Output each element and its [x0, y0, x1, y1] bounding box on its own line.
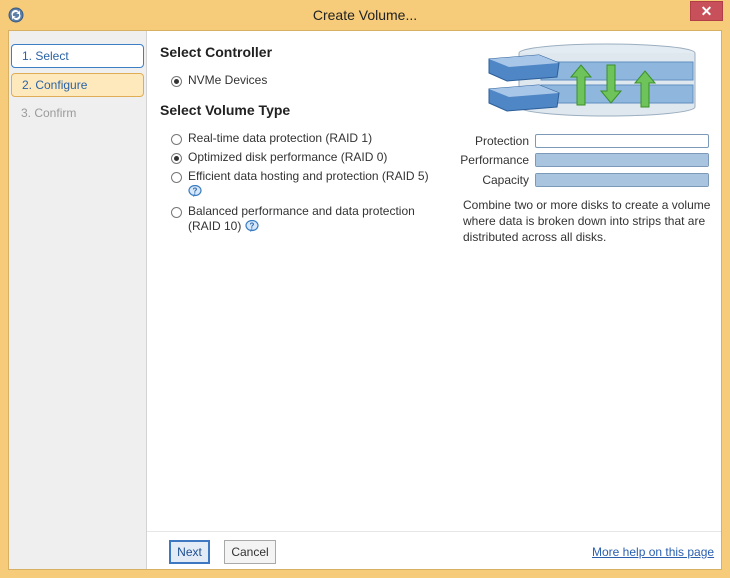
more-help-link[interactable]: More help on this page [592, 545, 714, 559]
performance-meter [535, 153, 709, 167]
main-panel: Select Controller NVMe Devices Select Vo… [147, 31, 721, 531]
radio-raid10[interactable]: Balanced performance and data protection… [171, 204, 415, 234]
radio-button[interactable] [171, 172, 182, 183]
protection-meter [535, 134, 709, 148]
close-button[interactable]: ✕ [690, 1, 723, 21]
radio-label: Efficient data hosting and protection (R… [188, 169, 429, 183]
raid0-striping-illustration [488, 43, 696, 117]
help-bubble-icon[interactable]: ? [188, 185, 202, 198]
radio-label: Real-time data protection (RAID 1) [188, 131, 373, 145]
radio-label: Balanced performance and data protection [188, 204, 415, 218]
svg-text:?: ? [249, 222, 254, 231]
radio-nvme-devices[interactable]: NVMe Devices [171, 73, 267, 88]
create-volume-window: Create Volume... ✕ 1. Select 2. Configur… [0, 0, 730, 578]
help-bubble-icon[interactable]: ? [245, 220, 259, 233]
capacity-meter-fill [536, 174, 708, 186]
dialog-client-area: 1. Select 2. Configure 3. Confirm Select… [8, 30, 722, 570]
radio-label-line2: (RAID 10) [188, 219, 242, 233]
radio-label: Optimized disk performance (RAID 0) [188, 150, 388, 164]
radio-raid0[interactable]: Optimized disk performance (RAID 0) [171, 150, 387, 165]
radio-button[interactable] [171, 207, 182, 218]
capacity-meter [535, 173, 709, 187]
footer-divider [147, 531, 721, 532]
radio-label: NVMe Devices [188, 73, 268, 87]
radio-button[interactable] [171, 153, 182, 164]
title-bar: Create Volume... ✕ [0, 0, 730, 30]
protection-label: Protection [474, 134, 529, 148]
volume-type-description: Combine two or more disks to create a vo… [463, 198, 711, 244]
step-select[interactable]: 1. Select [11, 44, 144, 68]
performance-meter-fill [536, 154, 708, 166]
window-title: Create Volume... [312, 7, 418, 23]
radio-button[interactable] [171, 134, 182, 145]
select-controller-heading: Select Controller [160, 44, 273, 60]
step-configure[interactable]: 2. Configure [11, 73, 144, 97]
radio-raid5[interactable]: Efficient data hosting and protection (R… [171, 169, 429, 199]
select-volume-type-heading: Select Volume Type [160, 102, 291, 118]
next-button[interactable]: Next [169, 540, 210, 564]
wizard-steps-sidebar: 1. Select 2. Configure 3. Confirm [9, 31, 147, 569]
svg-text:?: ? [193, 187, 198, 196]
performance-label: Performance [460, 153, 529, 167]
step-confirm: 3. Confirm [21, 106, 77, 120]
capacity-label: Capacity [482, 173, 529, 187]
close-icon: ✕ [700, 2, 713, 19]
cancel-button[interactable]: Cancel [224, 540, 276, 564]
radio-button[interactable] [171, 76, 182, 87]
radio-raid1[interactable]: Real-time data protection (RAID 1) [171, 131, 372, 146]
